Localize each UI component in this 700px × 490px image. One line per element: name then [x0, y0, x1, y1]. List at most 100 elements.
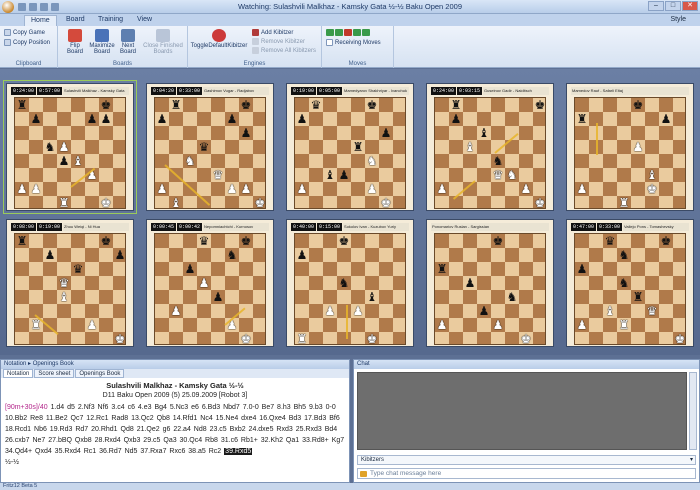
- tab-home[interactable]: Home: [24, 15, 57, 26]
- style-menu[interactable]: Style: [670, 16, 686, 23]
- clock-white: 0:47:00: [571, 223, 597, 231]
- chessboard[interactable]: ♜ ♚ ♟ ♝ ♝ ♞ ♞ ♛ ♟ ♟ ♚: [434, 97, 546, 210]
- tab-training[interactable]: Training: [92, 15, 129, 26]
- chess-piece: ♚: [240, 332, 252, 346]
- chess-piece: ♟: [100, 112, 112, 126]
- board-header: 0:08:00 0:19:00 Zhou Weiqi - Ni Hua: [11, 223, 129, 231]
- chessboard[interactable]: ♛ ♞ ♚ ♟ ♟ ♟ ♟ ♟ ♚: [154, 233, 266, 346]
- clipboard-group-label: Clipboard: [15, 61, 42, 67]
- chess-piece: ♟: [296, 112, 308, 126]
- chess-piece: ♛: [72, 262, 84, 276]
- board-header: 0:47:00 0:33:00 Vallejo Pons - Tomashevsky: [571, 223, 689, 231]
- chessboard[interactable]: ♚ ♜ ♟ ♞ ♟ ♟ ♟ ♚: [434, 233, 546, 346]
- chess-piece: ♟: [16, 182, 28, 196]
- add-kibitzer-label: Add Kibitzer: [261, 30, 294, 37]
- chess-piece: ♟: [366, 182, 378, 196]
- chessboard[interactable]: ♛ ♚ ♞ ♟ ♞ ♜ ♛ ♝ ♟ ♜ ♚: [574, 233, 686, 346]
- chess-piece: ♟: [464, 276, 476, 290]
- chess-piece: ♞: [492, 154, 504, 168]
- game-board-3[interactable]: 0:19:00 0:05:00 Mamedyarov Shakhriyar - Iv…: [286, 83, 414, 211]
- tab-board[interactable]: Board: [60, 15, 91, 26]
- chessboard[interactable]: ♜ ♚ ♟ ♟ ♛ ♛ ♝ ♜ ♟ ♚: [14, 233, 126, 346]
- kibitzer-select[interactable]: Kibitzers ▾: [357, 455, 696, 465]
- chess-piece: ♚: [646, 182, 658, 196]
- flip-board-icon: [68, 29, 82, 42]
- chessboard[interactable]: ♛ ♚ ♟ ♟ ♜ ♝ ♟ ♞ ♟ ♟ ♚: [294, 97, 406, 210]
- chess-piece: ♞: [506, 290, 518, 304]
- minimize-button[interactable]: –: [648, 1, 664, 11]
- add-kibitzer-button[interactable]: Add Kibitzer: [252, 29, 293, 36]
- notation-panel: Notation ▸ Openings Book Notation Score …: [0, 359, 350, 483]
- chess-piece: ♞: [618, 248, 630, 262]
- chessboard[interactable]: ♚ ♟ ♞ ♝ ♟ ♟ ♜ ♚: [294, 233, 406, 346]
- moves-text[interactable]: 1.d4 d5 2.Nf3 Nf6 3.c4 c6 4.e3 Bg4 5.Nc3…: [5, 404, 344, 455]
- remove-all-icon: [252, 47, 259, 54]
- game-board-5[interactable]: Mamedov Rauf - Safarli Eltaj ♚ ♜ ♟ ♟ ♝ ♚ ♟ ♜: [566, 83, 694, 211]
- current-move[interactable]: 39.Rxd5: [224, 448, 253, 455]
- chess-piece: ♞: [44, 140, 56, 154]
- stop-icon[interactable]: [344, 29, 352, 36]
- first-move-icon[interactable]: [326, 29, 334, 36]
- close-boards-icon: [156, 29, 170, 42]
- copy-position-icon: [4, 39, 11, 46]
- chess-piece: ♜: [618, 318, 630, 332]
- game-board-1[interactable]: 0:24:00 0:57:00 Sulashvili Malkhaz - Kamsk…: [3, 80, 137, 214]
- chessboard[interactable]: ♜ ♚ ♟ ♟ ♟ ♛ ♞ ♛ ♟ ♟ ♟ ♝ ♚: [154, 97, 266, 210]
- notation-tabs: Notation Score sheet Openings Book: [1, 369, 349, 378]
- tab-openings-book[interactable]: Openings Book: [75, 369, 125, 378]
- clock-black: 0:05:00: [317, 87, 343, 95]
- last-move-icon[interactable]: [362, 29, 370, 36]
- remove-kibitzer-button[interactable]: Remove Kibitzer: [252, 38, 305, 45]
- receiving-moves-checkbox[interactable]: Receiving Moves: [326, 39, 381, 46]
- clock-white: 0:24:00: [11, 87, 37, 95]
- game-board-2[interactable]: 0:04:20 0:33:00 Gashimov Vugar - Radjabov ♜…: [146, 83, 274, 211]
- chat-scrollbar[interactable]: [689, 372, 697, 450]
- next-board-icon: [121, 29, 135, 42]
- chess-piece: ♛: [310, 98, 322, 112]
- chess-piece: ♞: [506, 168, 518, 182]
- remove-all-kibitzers-button[interactable]: Remove All Kibitzers: [252, 47, 316, 54]
- move-arrow: [346, 305, 348, 339]
- game-board-10[interactable]: 0:47:00 0:33:00 Vallejo Pons - Tomashevsky…: [566, 219, 694, 347]
- close-finished-boards-button[interactable]: Close Finished Boards: [141, 29, 185, 55]
- chess-piece: ♟: [576, 262, 588, 276]
- game-board-9[interactable]: Ponomariov Ruslan - Sargissian ♚ ♜ ♟ ♞ ♟ ♟ ♟ ♚: [426, 219, 554, 347]
- game-board-4[interactable]: 0:24:00 0:03:15 Guseinov Gadir - Naiditsch…: [426, 83, 554, 211]
- ribbon-tabs: Home Board Training View Style: [0, 14, 700, 26]
- title-bar: Watching: Sulashvili Malkhaz - Kamsky Ga…: [0, 0, 700, 14]
- boards-area: 0:24:00 0:57:00 Sulashvili Malkhaz - Kamsk…: [0, 69, 700, 355]
- chess-piece: ♚: [114, 332, 126, 346]
- maximize-board-button[interactable]: Maximize Board: [89, 29, 115, 55]
- game-board-6[interactable]: 0:08:00 0:19:00 Zhou Weiqi - Ni Hua ♜ ♚ ♟ ♟ ♛ ♛ ♝…: [6, 219, 134, 347]
- boards-group: Flip Board Maximize Board Next Board Clo…: [58, 26, 188, 68]
- clock-black: 0:57:00: [37, 87, 63, 95]
- chessboard[interactable]: ♜ ♚ ♟ ♟ ♟ ♞ ♟ ♟ ♝ ♟ ♟ ♟ ♜ ♚: [14, 97, 126, 210]
- toggle-default-kibitzer-button[interactable]: ToggleDefaultKibitzer: [190, 29, 248, 49]
- chess-piece: ♚: [100, 98, 112, 112]
- chess-piece: ♟: [296, 182, 308, 196]
- copy-position-button[interactable]: Copy Position: [4, 39, 50, 46]
- chess-piece: ♝: [58, 290, 70, 304]
- tab-score-sheet[interactable]: Score sheet: [34, 369, 75, 378]
- next-board-button[interactable]: Next Board: [117, 29, 139, 55]
- flip-board-button[interactable]: Flip Board: [63, 29, 87, 55]
- move-arrow: [596, 123, 598, 155]
- chat-input[interactable]: Type chat message here: [357, 468, 696, 479]
- chat-input-placeholder: Type chat message here: [370, 470, 442, 477]
- game-board-8[interactable]: 0:40:00 0:15:00 Sokolov Ivan - Kuzubov Yur…: [286, 219, 414, 347]
- previous-move-icon[interactable]: [335, 29, 343, 36]
- chess-piece: ♝: [72, 154, 84, 168]
- next-move-icon[interactable]: [353, 29, 361, 36]
- board-players: Guseinov Gadir - Naiditsch: [483, 87, 549, 95]
- toggle-kibitzer-label: ToggleDefaultKibitzer: [190, 43, 248, 49]
- chessboard[interactable]: ♚ ♜ ♟ ♟ ♝ ♚ ♟ ♜: [574, 97, 686, 210]
- maximize-button[interactable]: □: [665, 1, 681, 11]
- game-board-7[interactable]: 0:00:45 0:00:42 Nepomniachtchi - Kurnosov ♛…: [146, 219, 274, 347]
- maximize-board-label: Maximize Board: [89, 43, 115, 55]
- board-players: Vallejo Pons - Tomashevsky: [623, 223, 689, 231]
- close-button[interactable]: ✕: [682, 1, 698, 11]
- tab-notation[interactable]: Notation: [3, 369, 34, 378]
- chess-piece: ♚: [240, 98, 252, 112]
- copy-game-button[interactable]: Copy Game: [4, 29, 45, 36]
- tab-view[interactable]: View: [131, 15, 158, 26]
